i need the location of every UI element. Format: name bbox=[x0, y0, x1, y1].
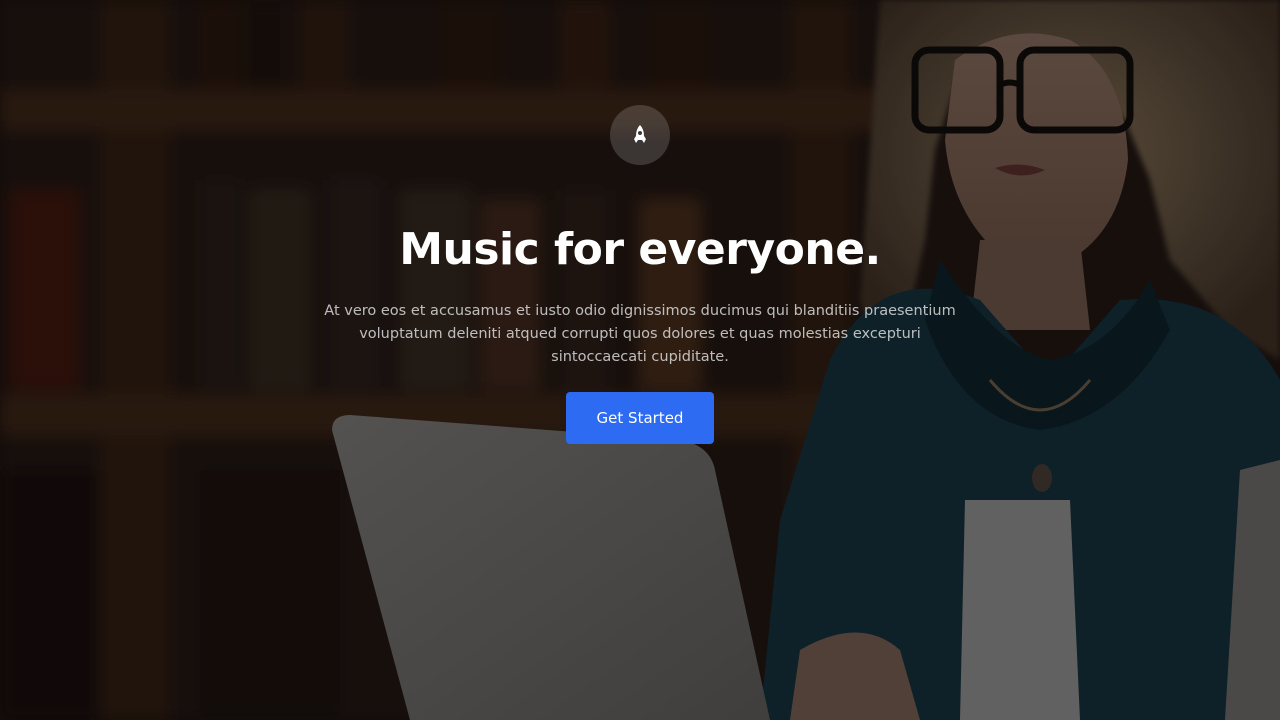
hero-content: Music for everyone. At vero eos et accus… bbox=[0, 0, 1280, 720]
hero-section: Music for everyone. At vero eos et accus… bbox=[0, 0, 1280, 720]
hero-description: At vero eos et accusamus et iusto odio d… bbox=[324, 303, 956, 365]
rocket-icon bbox=[634, 125, 646, 143]
rocket-badge bbox=[610, 105, 670, 165]
hero-title: Music for everyone. bbox=[399, 224, 881, 275]
get-started-button[interactable]: Get Started bbox=[566, 392, 714, 444]
